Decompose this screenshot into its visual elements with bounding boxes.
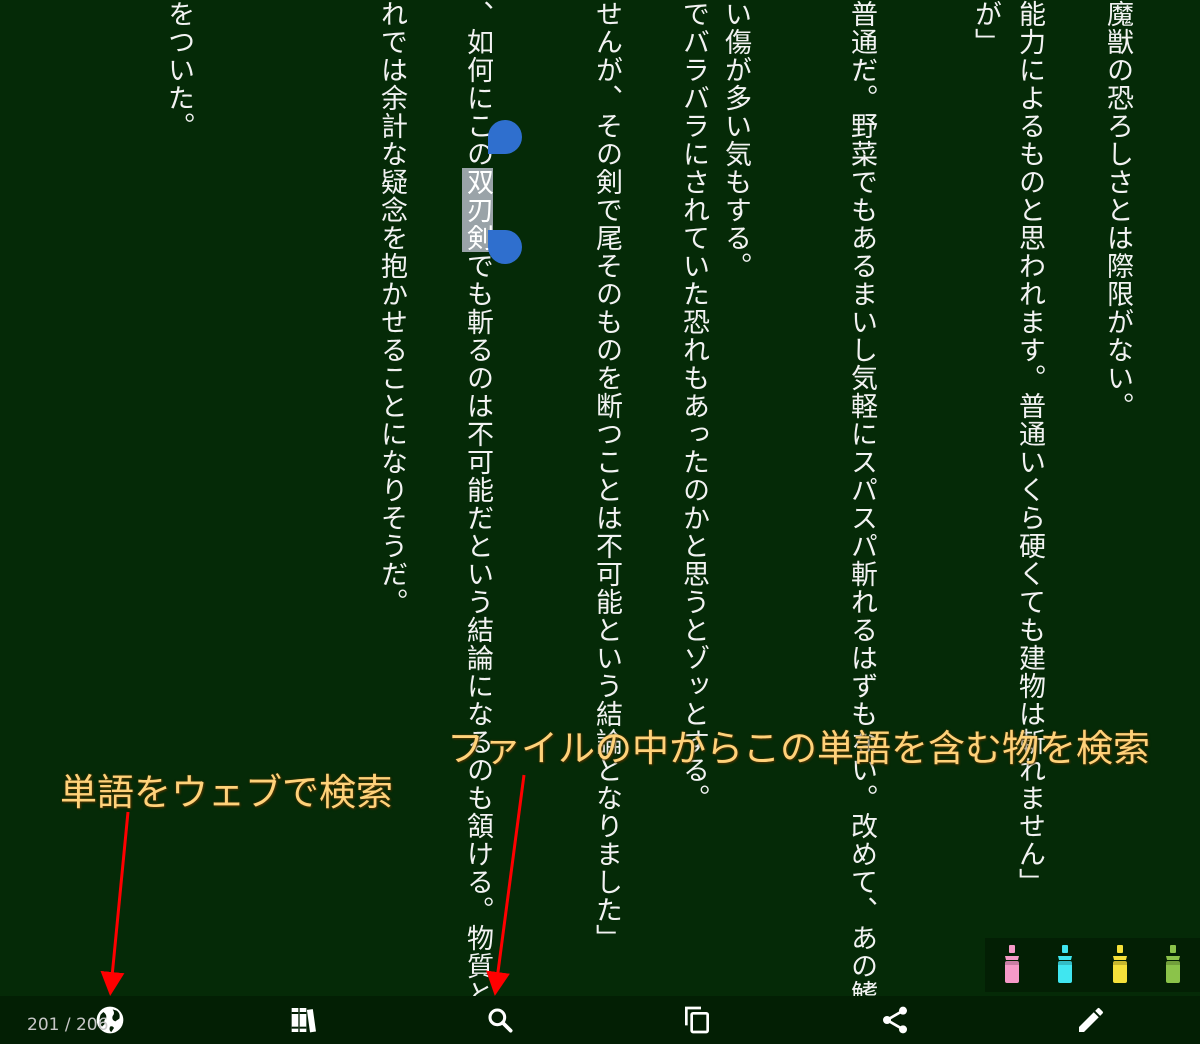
reader-page: 魔獣の恐ろしさとは際限がない。 能力によるものと思われます。普通いくら硬くても建… (0, 0, 1200, 1044)
highlighter-green[interactable] (1163, 944, 1183, 986)
search-icon[interactable] (484, 1004, 516, 1036)
file-search-arrow (486, 774, 526, 996)
copy-icon[interactable] (681, 1004, 713, 1036)
bottom-toolbar (0, 996, 1200, 1044)
annotation-arrows (100, 774, 526, 996)
pencil-icon[interactable] (1075, 1004, 1107, 1036)
highlighter-palette (985, 938, 1200, 992)
highlighter-yellow[interactable] (1110, 944, 1130, 986)
web-search-arrow (100, 811, 130, 996)
page-indicator: 201 / 206 (27, 1015, 109, 1035)
share-icon[interactable] (879, 1004, 911, 1036)
highlighter-pink[interactable] (1002, 944, 1022, 986)
highlighter-cyan[interactable] (1055, 944, 1075, 986)
library-icon[interactable] (289, 1004, 321, 1036)
